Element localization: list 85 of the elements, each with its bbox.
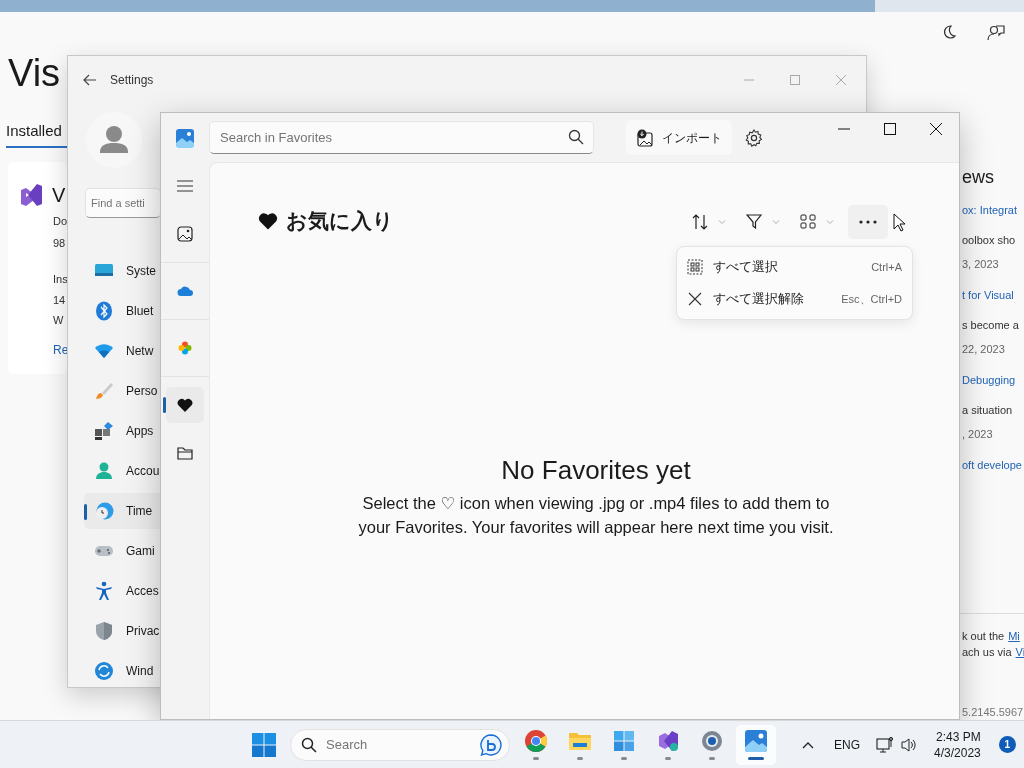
windows-start-icon[interactable] bbox=[252, 732, 276, 757]
news-title-link[interactable]: ox: Integrat bbox=[962, 203, 1024, 217]
empty-state-title: No Favorites yet bbox=[500, 454, 692, 487]
view-grid-icon[interactable] bbox=[800, 213, 816, 231]
nav-rail-button[interactable] bbox=[166, 387, 204, 423]
sort-icon[interactable] bbox=[692, 213, 708, 231]
page-title: Vis bbox=[8, 54, 61, 92]
news-title-link[interactable]: t for Visual bbox=[962, 288, 1024, 302]
filter-icon[interactable] bbox=[746, 213, 762, 231]
heart-icon bbox=[177, 397, 193, 413]
version-text: 5.2145.5967 bbox=[962, 705, 1024, 720]
news-title-link[interactable]: oft develope bbox=[962, 458, 1024, 472]
product-info-text: Ins bbox=[53, 272, 68, 286]
maximize-icon[interactable] bbox=[884, 123, 896, 135]
product-info-text: 98 bbox=[53, 236, 67, 250]
select-all-icon bbox=[687, 259, 703, 275]
refresh-icon bbox=[94, 661, 114, 681]
feedback-icon[interactable] bbox=[987, 23, 1005, 41]
heart-icon bbox=[258, 212, 278, 230]
gear-icon bbox=[700, 729, 724, 753]
folder-icon bbox=[177, 445, 193, 461]
apps-icon bbox=[94, 421, 114, 441]
language-indicator[interactable]: ENG bbox=[834, 735, 860, 754]
product-name: V bbox=[52, 183, 66, 208]
taskbar-search-field[interactable]: Search bbox=[290, 728, 510, 761]
brush-icon bbox=[94, 381, 114, 401]
footer-link[interactable]: Mi bbox=[1008, 628, 1020, 644]
browser-icon bbox=[524, 729, 548, 753]
settings-search-field[interactable]: Find a setti bbox=[85, 188, 161, 218]
network-monitor-icon[interactable] bbox=[876, 735, 894, 754]
visual-studio-logo-icon bbox=[18, 182, 44, 208]
photos-app-icon bbox=[744, 729, 768, 753]
settings-nav-item[interactable]: Apps bbox=[84, 413, 164, 449]
more-dots-icon bbox=[859, 220, 877, 224]
photos-app-icon bbox=[175, 127, 195, 148]
settings-nav-item[interactable]: Perso bbox=[84, 373, 164, 409]
news-title-link[interactable]: Debugging bbox=[962, 373, 1024, 387]
clock-button[interactable]: 2:43 PM 4/3/2023 bbox=[930, 728, 985, 761]
back-arrow-icon[interactable] bbox=[82, 72, 98, 88]
shortcut-text: Ctrl+A bbox=[871, 259, 902, 275]
empty-state-message: Select the ♡ icon when viewing .jpg or .mp4 files to add them to your Favorites. Your favorites will appear here next time you visit. bbox=[357, 493, 835, 538]
product-info-text: 14 bbox=[53, 293, 67, 307]
close-icon[interactable] bbox=[930, 123, 942, 135]
news-date: , 2023 bbox=[962, 427, 994, 441]
speaker-icon[interactable] bbox=[900, 736, 918, 753]
image-download-icon bbox=[636, 128, 654, 147]
footer-text: ach us via bbox=[962, 645, 1012, 660]
product-info-text: Do bbox=[53, 214, 68, 228]
footer-link[interactable]: Vi bbox=[1015, 644, 1024, 660]
page-heading: お気に入り bbox=[286, 208, 394, 234]
search-icon bbox=[301, 736, 317, 753]
taskbar-app-button[interactable] bbox=[736, 724, 776, 765]
news-summary: oolbox sho bbox=[962, 233, 1017, 247]
bluetooth-icon bbox=[94, 301, 114, 321]
pinwheel-icon bbox=[177, 340, 193, 356]
accessibility-icon bbox=[94, 581, 114, 601]
shield-icon bbox=[94, 621, 114, 641]
footer-text: k out the bbox=[962, 629, 1005, 644]
window-grid-icon bbox=[612, 729, 636, 753]
menu-item[interactable]: すべて選択解除 Esc、Ctrl+D bbox=[677, 283, 912, 315]
menu-item[interactable]: すべて選択 Ctrl+A bbox=[677, 251, 912, 283]
settings-gear-icon[interactable] bbox=[745, 128, 763, 147]
shortcut-text: Esc、Ctrl+D bbox=[841, 291, 902, 307]
settings-nav-item[interactable]: Acces bbox=[84, 573, 164, 609]
news-summary: s become a bbox=[962, 318, 1020, 332]
image-icon bbox=[177, 226, 193, 242]
chevron-up-icon[interactable] bbox=[802, 740, 814, 749]
mouse-pointer-icon bbox=[893, 212, 905, 232]
news-date: 22, 2023 bbox=[962, 342, 1006, 356]
notification-badge[interactable]: 1 bbox=[998, 736, 1016, 753]
news-date: 3, 2023 bbox=[962, 257, 1000, 271]
clock-globe-icon bbox=[94, 501, 114, 521]
search-icon[interactable] bbox=[568, 129, 584, 145]
settings-nav-item[interactable]: Accou bbox=[84, 453, 164, 489]
product-info-text: W bbox=[53, 313, 65, 327]
import-button[interactable]: インポート bbox=[626, 120, 732, 155]
photos-search-field[interactable]: Search in Favorites bbox=[209, 121, 594, 154]
news-summary: a situation bbox=[962, 403, 1014, 417]
release-notes-link[interactable]: Re bbox=[53, 341, 68, 359]
news-heading: ews bbox=[962, 166, 995, 189]
window-title: Settings bbox=[110, 72, 154, 89]
close-icon bbox=[687, 291, 703, 307]
moon-icon[interactable] bbox=[941, 24, 957, 40]
person-icon bbox=[94, 461, 114, 481]
menu-icon[interactable] bbox=[177, 179, 193, 193]
